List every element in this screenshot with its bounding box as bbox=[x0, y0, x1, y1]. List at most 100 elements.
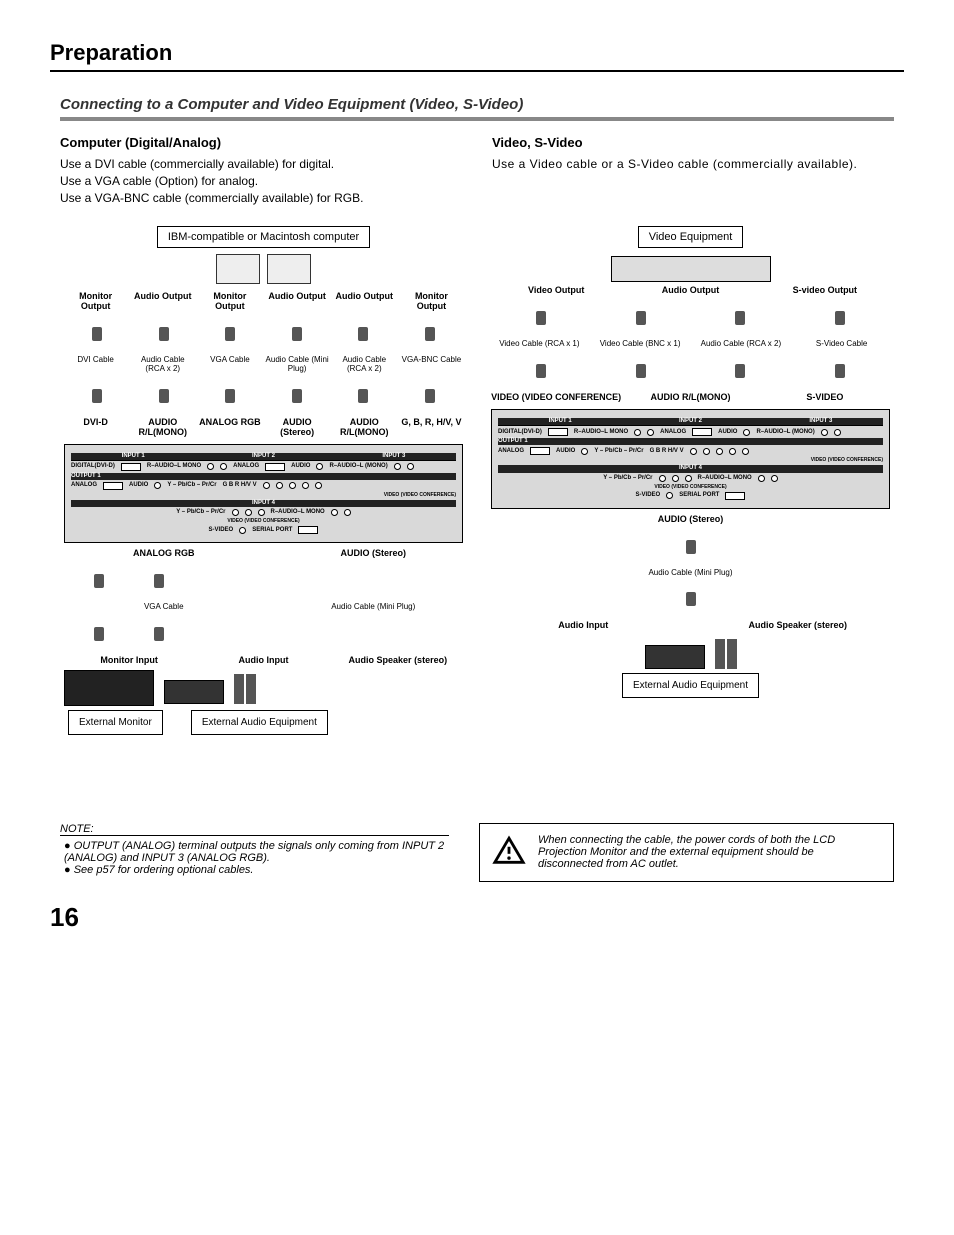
plug-icon bbox=[835, 311, 845, 325]
lbl: Monitor Output bbox=[198, 292, 261, 312]
laptop-icon bbox=[267, 254, 311, 284]
diagram-area: IBM-compatible or Macintosh computer Mon… bbox=[60, 218, 894, 742]
page-title: Preparation bbox=[50, 40, 904, 72]
lbl: Audio Output bbox=[266, 292, 329, 312]
lbl: Audio Cable (RCA x 2) bbox=[131, 356, 194, 374]
p: ANALOG bbox=[660, 429, 686, 436]
plug-icon bbox=[425, 327, 435, 341]
warning-box: When connecting the cable, the power cor… bbox=[479, 823, 894, 882]
p: Y – Pb/Cb – Pr/Cr bbox=[594, 448, 643, 455]
lbl: VGA Cable bbox=[198, 356, 261, 374]
lbl: Audio Cable (Mini Plug) bbox=[491, 569, 890, 578]
ext-audio-box: External Audio Equipment bbox=[191, 710, 328, 735]
speaker-icon bbox=[727, 639, 737, 669]
plug-icon bbox=[636, 364, 646, 378]
in3: INPUT 3 bbox=[809, 418, 832, 425]
cable-labels: DVI Cable Audio Cable (RCA x 2) VGA Cabl… bbox=[64, 356, 463, 374]
lbl: S-video Output bbox=[760, 286, 890, 296]
in1: INPUT 1 bbox=[549, 418, 572, 425]
lbl: Monitor Output bbox=[64, 292, 127, 312]
line1: Use a DVI cable (commercially available)… bbox=[60, 157, 334, 171]
p: AUDIO bbox=[291, 463, 310, 470]
plug-icon bbox=[292, 389, 302, 403]
lbl: Audio Input bbox=[198, 656, 328, 666]
col-video: Video, S-Video Use a Video cable or a S-… bbox=[492, 135, 894, 206]
ext-audio-box: External Audio Equipment bbox=[622, 673, 759, 698]
lbl: ANALOG RGB bbox=[198, 418, 261, 438]
out1: OUTPUT 1 bbox=[71, 473, 101, 480]
in1: INPUT 1 bbox=[122, 453, 145, 460]
in4: INPUT 4 bbox=[252, 500, 275, 507]
note-item: OUTPUT (ANALOG) terminal outputs the sig… bbox=[64, 840, 449, 864]
plug-icon bbox=[94, 574, 104, 588]
footer-area: NOTE: OUTPUT (ANALOG) terminal outputs t… bbox=[60, 823, 894, 882]
amp-icon bbox=[164, 680, 224, 704]
source-box-computer: IBM-compatible or Macintosh computer bbox=[157, 226, 370, 248]
in2: INPUT 2 bbox=[252, 453, 275, 460]
out-labels: ANALOG RGB AUDIO (Stereo) bbox=[64, 549, 463, 559]
plug-icon bbox=[92, 389, 102, 403]
vc2: VIDEO (VIDEO CONFERENCE) bbox=[654, 484, 726, 490]
plug-icon bbox=[358, 389, 368, 403]
page-number: 16 bbox=[50, 902, 904, 933]
p: Y – Pb/Cb – Pr/Cr bbox=[176, 509, 225, 516]
speaker-icon bbox=[246, 674, 256, 704]
desktop-icon bbox=[216, 254, 260, 284]
lbl: AUDIO (Stereo) bbox=[266, 418, 329, 438]
p: R–AUDIO–L (MONO) bbox=[329, 463, 387, 470]
p: ANALOG bbox=[498, 448, 524, 455]
vc: VIDEO (VIDEO CONFERENCE) bbox=[384, 492, 456, 498]
lbl: DVI Cable bbox=[64, 356, 127, 374]
out1: OUTPUT 1 bbox=[498, 438, 528, 445]
plug-icon bbox=[536, 364, 546, 378]
lbl: Audio Output bbox=[625, 286, 755, 296]
lbl: VGA-BNC Cable bbox=[400, 356, 463, 374]
lbl: ANALOG RGB bbox=[74, 549, 254, 559]
lbl: Video Cable (RCA x 1) bbox=[491, 340, 588, 349]
p: S-VIDEO bbox=[209, 527, 234, 534]
lbl: Audio Output bbox=[333, 292, 396, 312]
line3: Use a VGA-BNC cable (commercially availa… bbox=[60, 191, 363, 205]
p: AUDIO bbox=[129, 482, 148, 489]
p: DIGITAL(DVI-D) bbox=[71, 463, 115, 470]
plug-icon bbox=[154, 574, 164, 588]
input-labels: DVI-D AUDIO R/L(MONO) ANALOG RGB AUDIO (… bbox=[64, 418, 463, 438]
plug-icon bbox=[159, 389, 169, 403]
source-box-video: Video Equipment bbox=[638, 226, 744, 248]
lbl: DVI-D bbox=[64, 418, 127, 438]
p: AUDIO bbox=[556, 448, 575, 455]
lbl: G, B, R, H/V, V bbox=[400, 418, 463, 438]
plug-icon bbox=[292, 327, 302, 341]
ext-monitor-box: External Monitor bbox=[68, 710, 163, 735]
plug-row bbox=[64, 316, 463, 352]
subsection-title: Connecting to a Computer and Video Equip… bbox=[60, 96, 894, 121]
lbl: Audio Output bbox=[131, 292, 194, 312]
plug-icon bbox=[159, 327, 169, 341]
p: Y – Pb/Cb – Pr/Cr bbox=[603, 475, 652, 482]
connector-panel-left: INPUT 1 INPUT 2 INPUT 3 DIGITAL(DVI-D) R… bbox=[64, 444, 463, 544]
lbl: AUDIO R/L(MONO) bbox=[131, 418, 194, 438]
p: R–AUDIO–L MONO bbox=[698, 475, 752, 482]
lbl: Audio Speaker (stereo) bbox=[706, 621, 891, 631]
p: DIGITAL(DVI-D) bbox=[498, 429, 542, 436]
lbl: Video Cable (BNC x 1) bbox=[592, 340, 689, 349]
lbl: Video Output bbox=[491, 286, 621, 296]
p: G B R H/V V bbox=[223, 482, 257, 489]
warning-icon bbox=[492, 834, 526, 871]
lbl: AUDIO R/L(MONO) bbox=[333, 418, 396, 438]
plug-icon bbox=[92, 327, 102, 341]
top-output-labels: Monitor Output Audio Output Monitor Outp… bbox=[64, 292, 463, 312]
lbl: AUDIO (Stereo) bbox=[491, 515, 890, 525]
lbl: S-Video Cable bbox=[793, 340, 890, 349]
in2: INPUT 2 bbox=[679, 418, 702, 425]
p: G B R H/V V bbox=[650, 448, 684, 455]
lbl: Monitor Output bbox=[400, 292, 463, 312]
plug-icon bbox=[425, 389, 435, 403]
note-item: See p57 for ordering optional cables. bbox=[64, 864, 449, 876]
p: R–AUDIO–L MONO bbox=[574, 429, 628, 436]
p: SERIAL PORT bbox=[252, 527, 292, 534]
lbl: AUDIO (Stereo) bbox=[284, 549, 464, 559]
plug-icon bbox=[735, 311, 745, 325]
plug-icon bbox=[225, 327, 235, 341]
lbl: Audio Cable (Mini Plug) bbox=[284, 603, 464, 612]
